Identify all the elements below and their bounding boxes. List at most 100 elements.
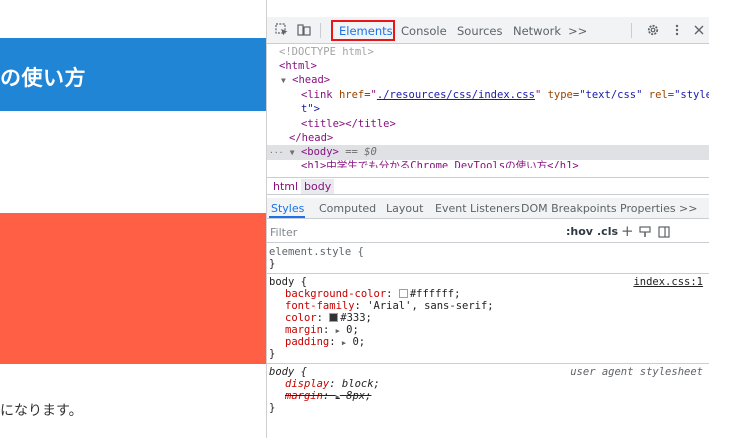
css-prop-display[interactable]: display: block;: [285, 378, 380, 391]
color-swatch[interactable]: [329, 313, 339, 322]
paint-format-icon[interactable]: [639, 226, 651, 238]
styles-filter-bar: :hov .cls +: [267, 221, 709, 243]
attr-value: t">: [301, 103, 320, 115]
prop-name: margin: [285, 324, 323, 336]
css-prop-font-family[interactable]: font-family: 'Arial', sans-serif;: [285, 300, 494, 313]
devtools-panel: Elements Console Sources Network >> <!DO…: [267, 17, 709, 427]
computed-sidebar-icon[interactable]: [658, 226, 670, 238]
prop-value: 0;: [352, 336, 366, 348]
more-tabs-button[interactable]: >>: [568, 24, 587, 38]
body-tag: <body>: [300, 146, 339, 158]
dom-node-link-cont: t">: [267, 102, 709, 117]
attr-name: href: [338, 89, 365, 101]
html-tag: <html>: [279, 60, 317, 72]
attr-value: "text/css": [579, 89, 643, 101]
link-tag: <link: [301, 89, 333, 101]
head-tag: <head>: [292, 74, 331, 86]
rule-close-brace: }: [269, 258, 276, 270]
page-footer-text: になります。: [0, 403, 83, 419]
ua-body-rule-selector[interactable]: body {: [269, 366, 307, 379]
css-prop-background-color[interactable]: background-color: #ffffff;: [285, 288, 460, 301]
crumb-html[interactable]: html: [273, 180, 298, 193]
devtools-tab-bar: Elements Console Sources Network >>: [267, 17, 709, 44]
doctype-text: <!DOCTYPE html>: [279, 46, 374, 58]
stylesheet-link[interactable]: ./resources/css/index.css: [377, 89, 535, 101]
tab-network[interactable]: Network: [513, 24, 561, 38]
dom-node-doctype[interactable]: <!DOCTYPE html>: [267, 45, 709, 60]
more-subtabs-button[interactable]: >>: [679, 202, 697, 215]
prop-name: padding: [285, 336, 330, 348]
dom-node-body-selected[interactable]: ··· ▼ <body> == $0: [267, 145, 709, 160]
settings-gear-icon[interactable]: [646, 23, 660, 37]
selected-marker: == $0: [345, 146, 377, 158]
active-subtab-indicator: [269, 216, 305, 218]
prop-name: display: [285, 378, 330, 390]
subtab-event-listeners[interactable]: Event Listeners: [435, 202, 520, 215]
dom-node-title[interactable]: <title></title>: [267, 117, 709, 132]
stylesheet-source-link[interactable]: index.css:1: [633, 276, 703, 289]
dom-node-link[interactable]: <link href="./resources/css/index.css" t…: [267, 88, 709, 103]
expand-arrow-icon[interactable]: ▼: [290, 148, 295, 157]
styles-filter-input[interactable]: [270, 224, 520, 240]
rule-close-brace: }: [269, 402, 276, 414]
prop-name: margin: [285, 390, 323, 402]
rule-close-brace: }: [269, 348, 276, 360]
dom-node-html[interactable]: <html>: [267, 59, 709, 74]
subtab-styles[interactable]: Styles: [271, 202, 304, 215]
prop-name: color: [285, 312, 317, 324]
element-style-selector[interactable]: element.style {: [269, 246, 364, 259]
toolbar-divider: [631, 23, 632, 38]
tab-elements-highlight: [331, 20, 395, 41]
subtab-properties[interactable]: Properties: [620, 202, 676, 215]
close-icon[interactable]: [692, 23, 706, 37]
kebab-menu-icon[interactable]: [670, 23, 684, 37]
styles-subtab-bar: Styles Computed Layout Event Listeners D…: [267, 198, 709, 219]
hover-state-toggle[interactable]: :hov: [566, 225, 593, 238]
crumb-body[interactable]: body: [301, 179, 335, 194]
prop-value: 8px;: [346, 390, 372, 402]
orange-block: [0, 213, 266, 364]
css-prop-color[interactable]: color: #333;: [285, 312, 372, 325]
subtab-layout[interactable]: Layout: [386, 202, 423, 215]
page-preview: の使い方 になります。: [0, 0, 266, 438]
expand-arrow-icon[interactable]: ▼: [281, 76, 286, 85]
dom-node-head[interactable]: ▼ <head>: [267, 73, 709, 88]
tab-console[interactable]: Console: [401, 24, 447, 38]
style-rules-pane: element.style { } body { index.css:1 bac…: [267, 244, 709, 427]
page-title: の使い方: [0, 66, 86, 90]
body-rule-selector[interactable]: body {: [269, 276, 307, 289]
subtab-computed[interactable]: Computed: [319, 202, 376, 215]
subtab-dom-breakpoints[interactable]: DOM Breakpoints: [521, 202, 617, 215]
class-toggle[interactable]: .cls: [597, 225, 618, 238]
rule-separator: [267, 273, 709, 274]
color-swatch[interactable]: [398, 289, 408, 298]
css-prop-margin-overridden[interactable]: margin: ▶ 8px;: [285, 390, 372, 404]
device-toolbar-icon[interactable]: [297, 23, 311, 37]
ellipsis-icon[interactable]: ···: [269, 148, 283, 157]
dom-node-h1[interactable]: <h1>中学生でも分かるChrome DevToolsの使い方</h1>: [267, 159, 709, 168]
page-header-banner: の使い方: [0, 38, 266, 111]
toolbar-divider: [320, 23, 321, 38]
prop-value: #ffffff: [409, 288, 455, 300]
breadcrumb: html body: [267, 177, 709, 195]
prop-value: 'Arial', sans-serif;: [367, 300, 494, 312]
expand-shorthand-icon[interactable]: ▶: [336, 393, 340, 401]
css-prop-padding[interactable]: padding: ▶ 0;: [285, 336, 366, 350]
title-tag: <title></title>: [301, 118, 396, 130]
new-style-rule-button[interactable]: +: [621, 222, 634, 240]
head-close-tag: </head>: [289, 132, 334, 144]
expand-shorthand-icon[interactable]: ▶: [336, 327, 340, 335]
attr-name: type: [547, 89, 573, 101]
prop-value: #333;: [340, 312, 372, 324]
rule-separator: [267, 363, 709, 364]
attr-name: rel: [648, 89, 668, 101]
h1-tag: <h1>中学生でも分かるChrome DevToolsの使い方</h1>: [301, 160, 579, 168]
dom-node-head-close: </head>: [267, 131, 709, 146]
user-agent-source-label: user agent stylesheet: [570, 366, 703, 378]
prop-value: block;: [341, 378, 380, 390]
inspect-element-icon[interactable]: [275, 23, 289, 37]
attr-value: "styleshee: [674, 89, 709, 101]
expand-shorthand-icon[interactable]: ▶: [342, 339, 346, 347]
tab-sources[interactable]: Sources: [457, 24, 503, 38]
prop-value: 0;: [346, 324, 359, 336]
